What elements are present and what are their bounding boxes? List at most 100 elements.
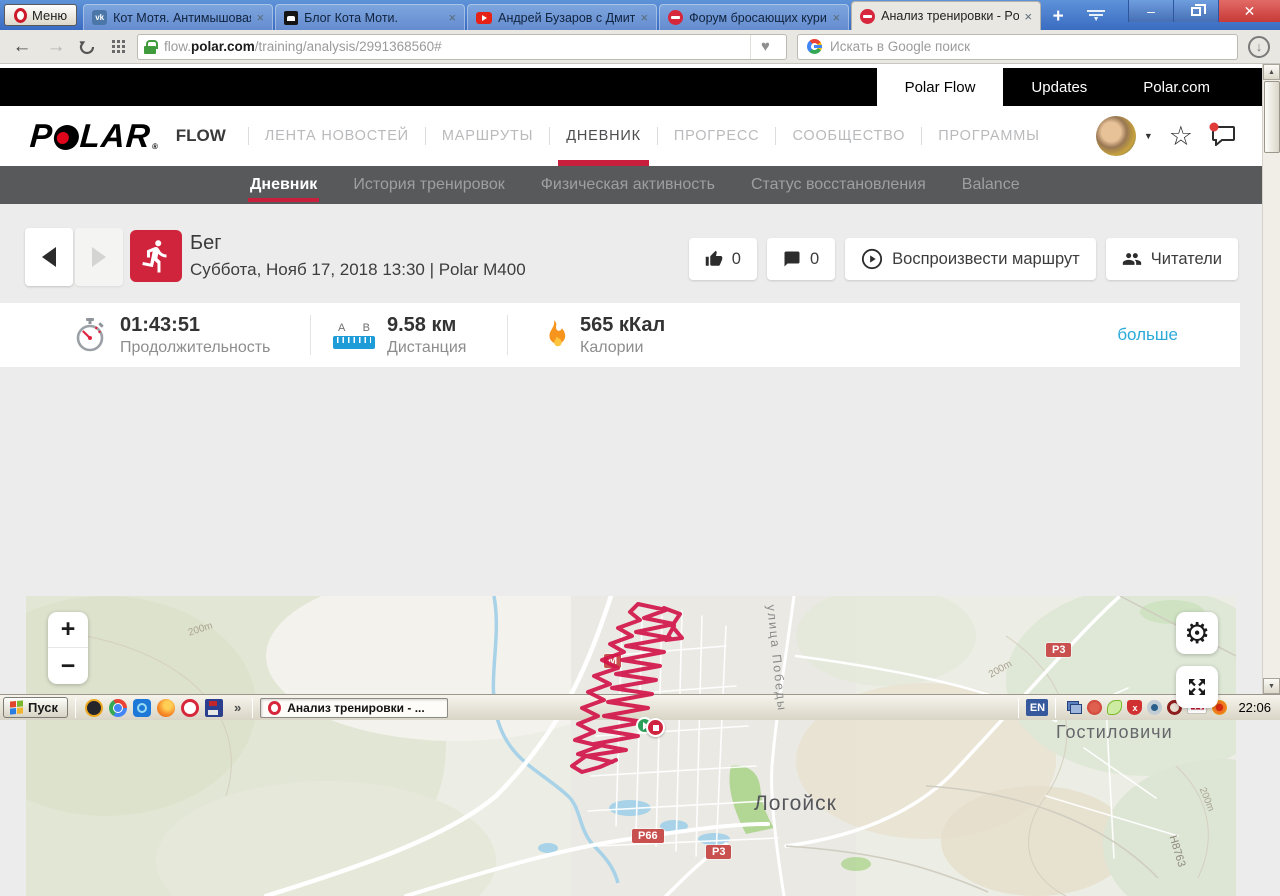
tab-close-icon[interactable]: × xyxy=(257,10,265,25)
minimize-button[interactable]: – xyxy=(1128,0,1173,22)
tab-cat-blog[interactable]: Блог Кота Моти. × xyxy=(275,4,466,30)
header-right: ▼ ☆ xyxy=(1095,106,1236,166)
tab-strip: vk Кот Мотя. Антимышовая ко × Блог Кота … xyxy=(83,0,1073,30)
scroll-down-button[interactable]: ▼ xyxy=(1263,678,1280,694)
readers-label: Читатели xyxy=(1150,249,1222,268)
chrome-icon[interactable] xyxy=(109,698,127,717)
start-label: Пуск xyxy=(28,700,58,715)
close-button[interactable]: ✕ xyxy=(1218,0,1280,22)
nav-routes[interactable]: МАРШРУТЫ xyxy=(440,128,535,144)
tab-close-icon[interactable]: × xyxy=(449,10,457,25)
scroll-up-button[interactable]: ▲ xyxy=(1263,64,1280,80)
tab-close-icon[interactable]: × xyxy=(1025,9,1033,24)
home-app-icon[interactable] xyxy=(133,698,151,717)
tab-close-icon[interactable]: × xyxy=(641,10,649,25)
comment-icon xyxy=(784,251,800,267)
tab-polar-active[interactable]: Анализ тренировки - Polar F × xyxy=(851,1,1042,30)
notifications-icon[interactable] xyxy=(1209,122,1236,151)
comment-button[interactable]: 0 xyxy=(766,238,836,280)
training-content: Бег Суббота, Нояб 17, 2018 13:30 | Polar… xyxy=(0,204,1262,896)
start-button[interactable]: Пуск xyxy=(3,697,68,718)
subnav-diary[interactable]: Дневник xyxy=(247,166,320,204)
tab-close-icon[interactable]: × xyxy=(833,10,841,25)
page-scrollbar[interactable]: ▲ ▼ xyxy=(1262,64,1280,694)
quick-launch-app-icon[interactable] xyxy=(85,698,103,717)
polar-logo[interactable]: P LAR ® xyxy=(29,117,161,155)
route-end-marker xyxy=(646,718,665,737)
next-session-button[interactable] xyxy=(75,228,123,286)
network-tray-icon[interactable] xyxy=(1067,700,1083,715)
tab-vk-blog[interactable]: vk Кот Мотя. Антимышовая ко × xyxy=(83,4,274,30)
road-badge-p3-south: Р3 xyxy=(706,845,732,859)
map-fullscreen-button[interactable] xyxy=(1176,666,1218,708)
sub-nav: Дневник История тренировок Физическая ак… xyxy=(0,166,1262,204)
play-route-label: Воспроизвести маршрут xyxy=(892,249,1080,268)
town-label: Логойск xyxy=(754,792,837,815)
forward-icon[interactable]: → xyxy=(44,36,68,58)
calories-label: Калории xyxy=(580,338,644,356)
tab-list-icon[interactable]: ▼ xyxy=(1087,10,1106,23)
menu-button-label: Меню xyxy=(32,7,68,23)
reload-icon[interactable] xyxy=(78,38,96,56)
nav-progress[interactable]: ПРОГРЕСС xyxy=(672,128,762,144)
topbar-polar-com[interactable]: Polar.com xyxy=(1115,68,1238,106)
url-field[interactable]: flow.polar.com/training/analysis/2991368… xyxy=(137,33,787,60)
save-app-icon[interactable] xyxy=(205,698,223,717)
desktop: Меню vk Кот Мотя. Антимышовая ко × Блог … xyxy=(0,0,1280,896)
nav-programs[interactable]: ПРОГРАММЫ xyxy=(936,128,1041,144)
antivirus-tray-icon[interactable] xyxy=(1087,700,1103,715)
distance-value: 9.58 км xyxy=(387,313,457,336)
zoom-out-button[interactable]: − xyxy=(48,648,88,684)
taskbar-window-button[interactable]: Анализ тренировки - ... xyxy=(260,697,449,718)
avatar-dropdown-icon[interactable]: ▼ xyxy=(1144,131,1153,141)
security-shield-tray-icon[interactable]: x xyxy=(1127,700,1143,715)
tab-forum[interactable]: Форум бросающих курить × xyxy=(659,4,850,30)
scrollbar-thumb[interactable] xyxy=(1264,81,1280,153)
restore-button[interactable] xyxy=(1173,0,1218,22)
subnav-balance[interactable]: Balance xyxy=(962,166,1020,204)
play-route-button[interactable]: Воспроизвести маршрут xyxy=(845,238,1096,280)
topbar-updates[interactable]: Updates xyxy=(1003,68,1115,106)
zoom-in-button[interactable]: + xyxy=(48,612,88,648)
subnav-recovery[interactable]: Статус восстановления xyxy=(751,166,926,204)
map-canvas[interactable]: улица Победы Логойск Гостиловичи Н8763 2… xyxy=(26,596,1236,896)
bookmark-heart-icon[interactable]: ♥ xyxy=(750,34,780,59)
readers-button[interactable]: Читатели xyxy=(1105,238,1238,280)
leaf-tray-icon[interactable] xyxy=(1107,700,1123,715)
polar-top-bar: Polar Flow Updates Polar.com xyxy=(0,68,1262,106)
more-link[interactable]: больше xyxy=(1117,325,1178,345)
subnav-history[interactable]: История тренировок xyxy=(353,166,504,204)
subnav-activity[interactable]: Физическая активность xyxy=(541,166,715,204)
nav-news-feed[interactable]: ЛЕНТА НОВОСТЕЙ xyxy=(263,128,411,144)
nav-community[interactable]: СООБЩЕСТВО xyxy=(790,128,907,144)
window-controls: – ✕ xyxy=(1128,0,1280,22)
forum-favicon xyxy=(668,10,684,25)
browser-titlebar: Меню vk Кот Мотя. Антимышовая ко × Блог … xyxy=(0,0,1280,30)
language-indicator[interactable]: EN xyxy=(1026,699,1049,716)
restore-icon xyxy=(1191,3,1206,16)
address-bar: ← → flow.polar.com/training/analysis/299… xyxy=(0,30,1280,64)
firefox-icon[interactable] xyxy=(157,698,175,717)
download-icon[interactable]: ↓ xyxy=(1248,35,1270,58)
speed-dial-icon[interactable] xyxy=(112,40,115,43)
like-button[interactable]: 0 xyxy=(688,238,757,280)
opera-menu-button[interactable]: Меню xyxy=(4,4,78,26)
quick-launch-overflow-icon[interactable]: » xyxy=(234,700,241,715)
vk-favicon: vk xyxy=(92,10,108,25)
topbar-polar-flow[interactable]: Polar Flow xyxy=(876,68,1004,106)
search-field[interactable]: Искать в Google поиск xyxy=(797,33,1238,60)
favorites-star-icon[interactable]: ☆ xyxy=(1169,122,1193,150)
opera-icon[interactable] xyxy=(181,698,199,717)
avatar[interactable] xyxy=(1095,116,1136,156)
nav-diary[interactable]: ДНЕВНИК xyxy=(558,128,649,166)
thumbs-up-icon xyxy=(705,250,723,266)
new-tab-button[interactable]: + xyxy=(1043,4,1073,30)
back-icon[interactable]: ← xyxy=(10,36,34,58)
taskbar: Пуск » Анализ тренировки - ... EN x 22:0… xyxy=(0,694,1280,720)
webcam-tray-icon[interactable] xyxy=(1147,700,1163,715)
map-settings-button[interactable]: ⚙ xyxy=(1176,612,1218,654)
taskbar-clock[interactable]: 22:06 xyxy=(1238,700,1271,715)
tab-youtube[interactable]: Андрей Бузаров с Дмитрие × xyxy=(467,4,658,30)
prev-session-button[interactable] xyxy=(25,228,73,286)
youtube-favicon xyxy=(476,11,493,24)
